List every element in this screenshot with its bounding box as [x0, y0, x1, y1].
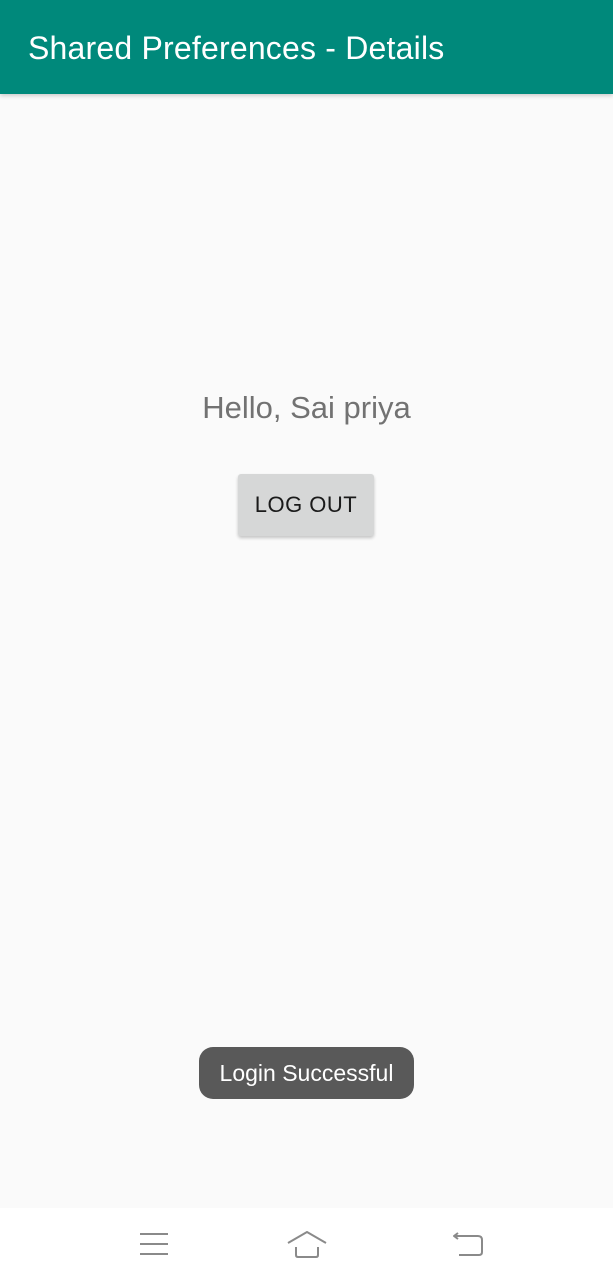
greeting-text: Hello, Sai priya	[202, 390, 411, 425]
system-nav-bar	[0, 1208, 613, 1280]
toast-message: Login Successful	[199, 1047, 414, 1099]
menu-icon[interactable]	[134, 1228, 174, 1260]
app-title: Shared Preferences - Details	[28, 30, 445, 66]
screen: Shared Preferences - Details Hello, Sai …	[0, 0, 613, 1280]
home-icon[interactable]	[287, 1228, 327, 1260]
app-bar: Shared Preferences - Details	[0, 0, 613, 94]
logout-button[interactable]: LOG OUT	[238, 474, 374, 536]
back-icon[interactable]	[448, 1228, 488, 1260]
